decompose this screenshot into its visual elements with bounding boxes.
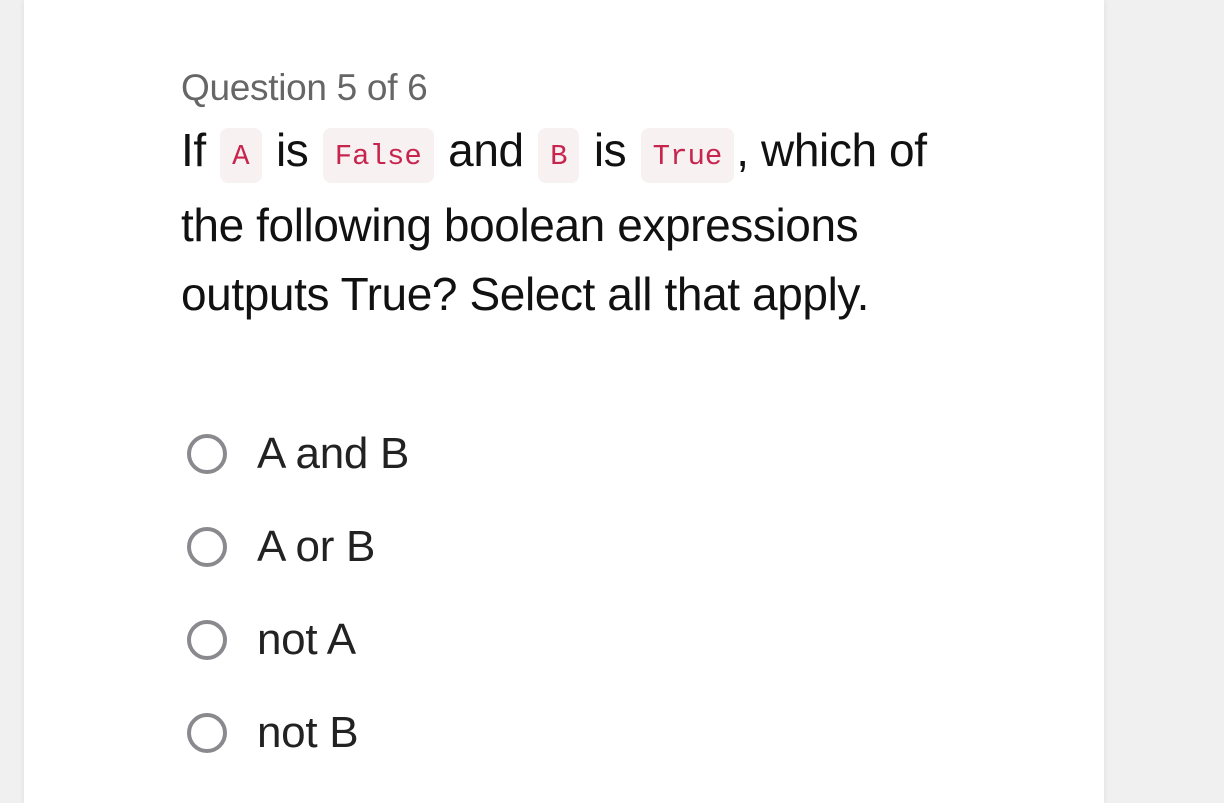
question-card: Question 5 of 6 If A is False and B is T… xyxy=(24,0,1104,803)
prompt-text: If xyxy=(181,124,219,176)
code-false: False xyxy=(322,128,434,183)
code-true: True xyxy=(640,128,735,183)
radio-button-icon[interactable] xyxy=(187,619,227,660)
question-content: Question 5 of 6 If A is False and B is T… xyxy=(181,66,961,779)
question-prompt: If A is False and B is True, which of th… xyxy=(181,116,961,329)
option-a-and-b[interactable]: A and B xyxy=(181,407,961,500)
code-a: A xyxy=(220,128,262,183)
option-a-or-b[interactable]: A or B xyxy=(181,500,961,593)
option-not-b[interactable]: not B xyxy=(181,686,961,779)
code-b: B xyxy=(538,128,580,183)
radio-button-icon[interactable] xyxy=(187,433,227,474)
radio-button-icon[interactable] xyxy=(187,526,227,567)
option-not-a[interactable]: not A xyxy=(181,593,961,686)
prompt-text: and xyxy=(435,124,537,176)
prompt-text: is xyxy=(263,124,321,176)
radio-button-icon[interactable] xyxy=(187,712,227,753)
question-counter: Question 5 of 6 xyxy=(181,67,428,108)
option-label[interactable]: not B xyxy=(257,708,359,758)
answer-options: A and B A or B not A not B xyxy=(181,407,961,779)
prompt-text: is xyxy=(581,124,639,176)
option-label[interactable]: A or B xyxy=(257,522,375,572)
option-label[interactable]: not A xyxy=(257,615,356,665)
option-label[interactable]: A and B xyxy=(257,429,409,479)
